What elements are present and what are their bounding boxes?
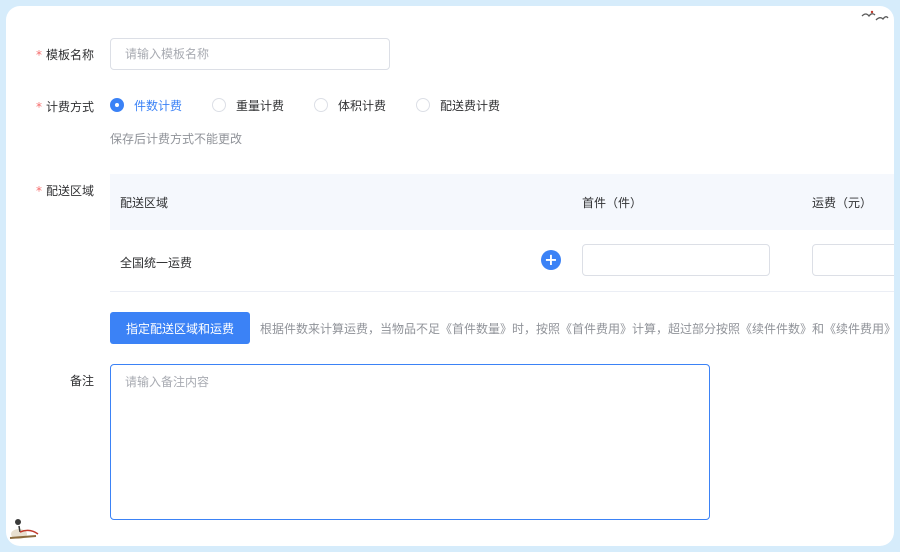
radio-label: 配送费计费	[440, 98, 501, 113]
template-name-label-text: 模板名称	[45, 48, 94, 62]
template-name-input[interactable]	[110, 38, 390, 70]
billing-method-label: * 计费方式	[6, 98, 94, 115]
delivery-area-table: 配送区域 首件（件） 运费（元） 全国统一运费 +	[110, 174, 894, 292]
required-mark: *	[35, 48, 42, 62]
delivery-area-hint: 根据件数来计算运费，当物品不足《首件数量》时，按照《首件费用》计算，超过部分按照…	[260, 322, 894, 336]
table-header: 配送区域 首件（件） 运费（元）	[110, 174, 894, 230]
delivery-area-label: * 配送区域	[6, 182, 94, 199]
billing-method-radio-group: 件数计费 重量计费 体积计费 配送费计费	[110, 96, 530, 114]
remark-textarea[interactable]	[110, 364, 710, 520]
radio-label: 体积计费	[338, 98, 387, 113]
radio-dot	[416, 98, 431, 112]
column-header-area: 配送区域	[120, 196, 169, 210]
remark-label: 备注	[69, 374, 94, 388]
crane-icon	[9, 519, 39, 539]
radio-dot	[110, 98, 124, 112]
column-header-first-item: 首件（件）	[582, 196, 643, 210]
radio-label: 重量计费	[236, 98, 285, 113]
birds-icon	[861, 10, 889, 21]
radio-by-weight[interactable]: 重量计费	[212, 97, 284, 114]
radio-by-volume[interactable]: 体积计费	[314, 97, 386, 114]
billing-method-hint: 保存后计费方式不能更改	[110, 132, 243, 146]
plus-circle-icon[interactable]: +	[541, 250, 561, 270]
billing-method-label-text: 计费方式	[45, 100, 94, 114]
assign-area-fee-button[interactable]: 指定配送区域和运费	[110, 312, 250, 344]
delivery-area-label-text: 配送区域	[45, 184, 94, 198]
table-row: 全国统一运费 +	[110, 230, 894, 292]
fee-input[interactable]	[812, 244, 894, 276]
radio-by-count[interactable]: 件数计费	[110, 97, 182, 114]
area-name: 全国统一运费	[120, 256, 193, 270]
first-item-input[interactable]	[582, 244, 770, 276]
required-mark: *	[35, 184, 42, 198]
radio-dot	[212, 98, 227, 112]
column-header-fee: 运费（元）	[812, 196, 873, 210]
template-name-label: * 模板名称	[6, 46, 94, 63]
radio-dot	[314, 98, 329, 112]
radio-by-delivery-fee[interactable]: 配送费计费	[416, 97, 500, 114]
radio-label: 件数计费	[134, 98, 183, 113]
form-panel: *模板名称 *计费方式 件数计费 重量计费 体积计费 配送费计费 保存后计费方式…	[6, 6, 894, 546]
required-mark: *	[35, 100, 42, 114]
